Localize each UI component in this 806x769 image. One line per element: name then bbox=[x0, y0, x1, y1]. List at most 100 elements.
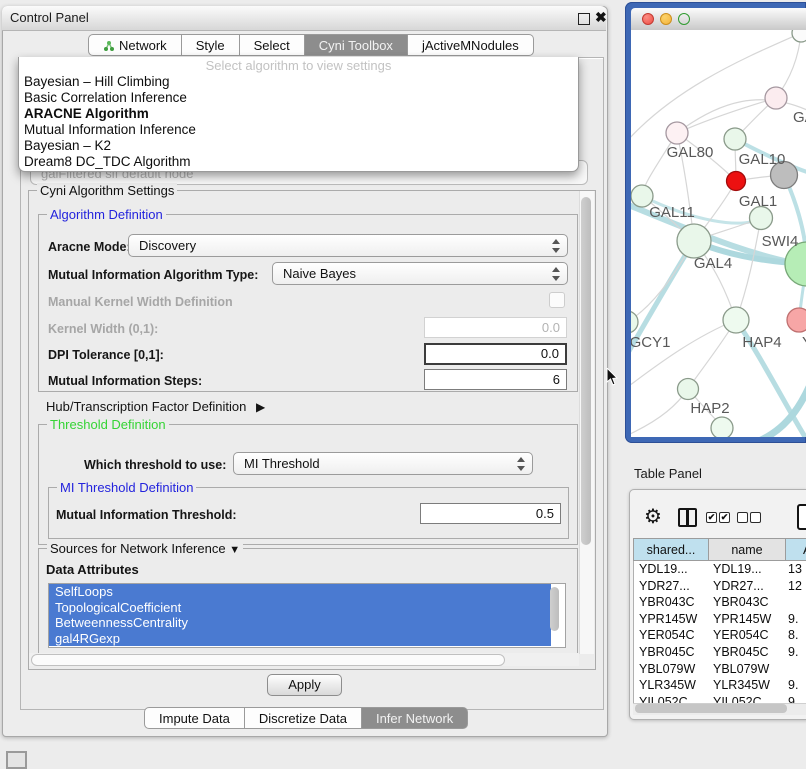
table-row[interactable]: YBR043CYBR043C bbox=[634, 594, 806, 611]
bottom-left-partial-icon[interactable] bbox=[6, 751, 27, 769]
cell-value: 9 bbox=[788, 694, 795, 703]
unselect-all-box-icon-2[interactable] bbox=[750, 512, 761, 523]
tab-infer-network[interactable]: Infer Network bbox=[362, 707, 468, 729]
node-label-hap2: HAP2 bbox=[690, 400, 729, 417]
list-item-topologicalcoefficient[interactable]: TopologicalCoefficient bbox=[49, 600, 551, 616]
cell-name: YDR27... bbox=[713, 578, 764, 595]
sources-title-text: Sources for Network Inference bbox=[50, 541, 226, 556]
list-item-selfloops[interactable]: SelfLoops bbox=[49, 584, 551, 600]
table-hscroll-thumb[interactable] bbox=[635, 704, 787, 713]
dropdown-item-bayesian-hill-climbing[interactable]: Bayesian – Hill Climbing bbox=[19, 74, 578, 90]
network-node-gal-partial[interactable] bbox=[765, 87, 787, 109]
select-all-check-icon-2[interactable]: ✔ bbox=[719, 512, 730, 523]
aracne-mode-combo[interactable]: Discovery bbox=[128, 234, 568, 257]
combo-stepper-icon bbox=[551, 267, 560, 281]
node-label-gal1: GAL1 bbox=[739, 193, 777, 210]
table-row[interactable]: YDL19...YDL19...13 bbox=[634, 561, 806, 578]
network-node-gal1-red[interactable] bbox=[727, 172, 746, 191]
algorithm-definition-title: Algorithm Definition bbox=[47, 207, 166, 222]
tab-style[interactable]: Style bbox=[182, 34, 240, 56]
network-node-gcy1[interactable] bbox=[631, 311, 638, 333]
control-panel-titlebar[interactable] bbox=[2, 6, 606, 31]
node-label-hap4: HAP4 bbox=[742, 334, 781, 351]
tab-impute-data[interactable]: Impute Data bbox=[144, 707, 245, 729]
network-node-gal10[interactable] bbox=[724, 128, 746, 150]
table-row[interactable]: YPR145WYPR145W9. bbox=[634, 611, 806, 628]
dpi-tolerance-field[interactable]: 0.0 bbox=[424, 343, 567, 365]
zoom-traffic-light[interactable] bbox=[678, 13, 690, 25]
network-tab-icon bbox=[103, 40, 115, 52]
mi-type-combo[interactable]: Naive Bayes bbox=[272, 262, 568, 285]
column-header-shared-name[interactable]: shared... bbox=[633, 538, 708, 561]
table-row[interactable]: YBL079WYBL079W bbox=[634, 661, 806, 678]
hub-definition-toggle[interactable]: Hub/Transcription Factor Definition ▶ bbox=[46, 399, 265, 414]
gear-icon[interactable]: ⚙ bbox=[644, 504, 662, 529]
cell-shared: YPR145W bbox=[639, 611, 697, 628]
bottom-tabbar: Impute DataDiscretize DataInfer Network bbox=[144, 707, 468, 729]
minimize-traffic-light[interactable] bbox=[660, 13, 672, 25]
tab-discretize-data[interactable]: Discretize Data bbox=[245, 707, 362, 729]
apply-button[interactable]: Apply bbox=[267, 674, 342, 696]
network-node-salmon[interactable] bbox=[787, 308, 806, 332]
cell-shared: YBR045C bbox=[639, 644, 695, 661]
table-row[interactable]: YDR27...YDR27...12 bbox=[634, 578, 806, 595]
table-row[interactable]: YBR045CYBR045C9. bbox=[634, 644, 806, 661]
network-node-hap4[interactable] bbox=[723, 307, 749, 333]
dpi-tolerance-label: DPI Tolerance [0,1]: bbox=[48, 348, 164, 362]
manual-kernel-checkbox[interactable] bbox=[549, 292, 565, 308]
settings-hscroll-thumb[interactable] bbox=[31, 654, 505, 666]
sources-group-title: Sources for Network Inference ▼ bbox=[47, 541, 243, 556]
which-threshold-combo[interactable]: MI Threshold bbox=[233, 452, 533, 475]
select-all-check-icon[interactable]: ✔ bbox=[706, 512, 717, 523]
tab-jactivemnodules[interactable]: jActiveMNodules bbox=[408, 34, 534, 56]
node-label-swi4: SWI4 bbox=[762, 233, 799, 250]
column-header-partial[interactable]: A bbox=[785, 538, 806, 561]
close-traffic-light[interactable] bbox=[642, 13, 654, 25]
tab-select[interactable]: Select bbox=[240, 34, 305, 56]
settings-vscroll-thumb[interactable] bbox=[581, 197, 591, 545]
cell-name: YBR043C bbox=[713, 594, 769, 611]
cell-shared: YIL052C bbox=[639, 694, 688, 703]
mi-steps-field[interactable]: 6 bbox=[424, 369, 567, 390]
mi-threshold-field[interactable]: 0.5 bbox=[420, 503, 561, 524]
column-header-name[interactable]: name bbox=[708, 538, 785, 561]
node-label-gcy1: GCY1 bbox=[631, 334, 670, 351]
dropdown-item-bayesian-k2[interactable]: Bayesian – K2 bbox=[19, 138, 578, 154]
unselect-all-box-icon[interactable] bbox=[737, 512, 748, 523]
combo-stepper-icon bbox=[551, 239, 560, 253]
network-canvas[interactable]: GAL GAL80 GAL10 GAL1 GAL11 SWI4 GAL4 GCY… bbox=[631, 30, 806, 437]
kernel-width-label: Kernel Width (0,1): bbox=[48, 322, 158, 336]
close-window-button[interactable]: ✖ bbox=[595, 9, 607, 26]
cell-name: YLR345W bbox=[713, 677, 770, 694]
network-window-titlebar[interactable] bbox=[631, 8, 806, 31]
cyni-settings-group-title: Cyni Algorithm Settings bbox=[37, 183, 177, 198]
table-row[interactable]: YIL052CYIL052C9 bbox=[634, 694, 806, 703]
dropdown-item-dream8[interactable]: Dream8 DC_TDC Algorithm bbox=[19, 154, 578, 170]
network-node-bottom-partial[interactable] bbox=[711, 417, 733, 437]
cell-value: 9. bbox=[788, 611, 798, 628]
network-node-top-partial[interactable] bbox=[792, 30, 806, 42]
data-attributes-list[interactable]: SelfLoops TopologicalCoefficient Between… bbox=[48, 583, 566, 648]
dropdown-item-aracne[interactable]: ARACNE Algorithm bbox=[19, 106, 578, 122]
dropdown-item-basic-correlation[interactable]: Basic Correlation Inference bbox=[19, 90, 578, 106]
collapse-arrow-down-icon[interactable]: ▼ bbox=[229, 544, 240, 556]
kernel-width-field[interactable]: 0.0 bbox=[424, 317, 567, 338]
tab-cyni-toolbox[interactable]: Cyni Toolbox bbox=[305, 34, 408, 56]
list-item-betweennesscentrality[interactable]: BetweennessCentrality bbox=[49, 615, 551, 631]
combo-stepper-icon bbox=[516, 457, 525, 471]
columns-icon[interactable] bbox=[678, 508, 697, 527]
network-node-hap2[interactable] bbox=[678, 379, 699, 400]
float-window-button[interactable] bbox=[578, 13, 590, 25]
table-row[interactable]: YER054CYER054C8. bbox=[634, 627, 806, 644]
mi-type-value: Naive Bayes bbox=[283, 263, 356, 285]
tab-network[interactable]: Network bbox=[88, 34, 182, 56]
dropdown-item-mutual-information[interactable]: Mutual Information Inference bbox=[19, 122, 578, 138]
document-icon-partial[interactable] bbox=[797, 504, 806, 530]
table-row[interactable]: YLR345WYLR345W9. bbox=[634, 677, 806, 694]
list-item-gal4rgexp[interactable]: gal4RGexp bbox=[49, 631, 551, 647]
list-vscroll-thumb[interactable] bbox=[550, 587, 559, 631]
table-body[interactable]: YDL19...YDL19...13 YDR27...YDR27...12 YB… bbox=[633, 561, 806, 703]
network-node-gal80[interactable] bbox=[666, 122, 688, 144]
network-node-gal4[interactable] bbox=[677, 224, 711, 258]
threshold-definition-title: Threshold Definition bbox=[47, 417, 169, 432]
